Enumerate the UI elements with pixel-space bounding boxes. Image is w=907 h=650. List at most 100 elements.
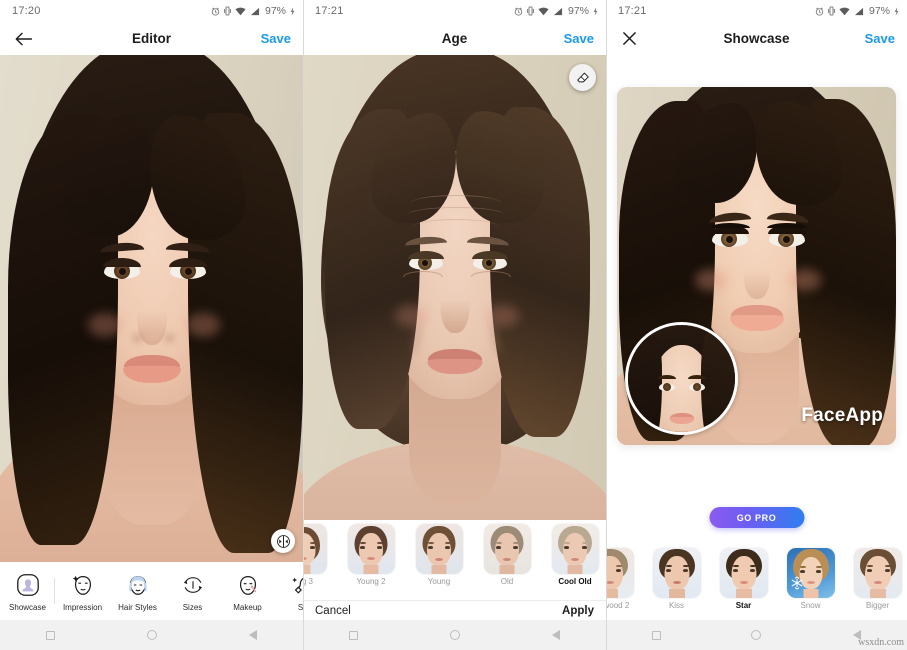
compare-button[interactable] xyxy=(271,529,295,553)
editor-photo-canvas[interactable] xyxy=(0,55,303,562)
tool-sizes[interactable]: Sizes xyxy=(165,570,220,612)
status-time: 17:21 xyxy=(618,5,647,17)
recent-apps-button[interactable] xyxy=(40,624,62,646)
vibrate-icon xyxy=(224,6,231,16)
filmstrip-item[interactable]: lollywood 2 xyxy=(606,544,643,610)
tool-impression[interactable]: Impression xyxy=(55,570,110,612)
showcase-filmstrip[interactable]: lollywood 2 Kiss xyxy=(606,544,907,620)
age-action-bar: Cancel Apply xyxy=(303,600,606,620)
status-time: 17:20 xyxy=(12,5,41,17)
filmstrip-item-selected[interactable]: Star xyxy=(710,544,777,610)
circle-icon xyxy=(449,630,460,640)
thumbnail-label: Kiss xyxy=(668,601,685,610)
recent-apps-button[interactable] xyxy=(343,624,365,646)
android-navbar[interactable] xyxy=(0,620,303,650)
close-icon xyxy=(622,32,636,45)
alarm-icon xyxy=(211,7,220,16)
thumbnail-image xyxy=(483,524,531,574)
charging-icon xyxy=(593,6,598,16)
panel-editor: 17:20 97% Editor Save Showcase Impressio… xyxy=(0,0,303,650)
age-filmstrip[interactable]: ung 3 Young 2 xyxy=(303,520,606,600)
filmstrip-item[interactable]: Snow xyxy=(777,544,844,610)
eraser-button[interactable] xyxy=(569,64,596,91)
go-pro-button[interactable]: GO PRO xyxy=(709,507,804,528)
apply-button[interactable]: Apply xyxy=(562,605,594,617)
app-header: Showcase Save xyxy=(606,22,907,55)
circle-icon xyxy=(751,630,762,640)
tool-skin[interactable]: Sk xyxy=(275,570,303,612)
home-button[interactable] xyxy=(745,624,767,646)
faceapp-watermark: FaceApp xyxy=(801,405,883,426)
thumbnail-label: Cool Old xyxy=(558,577,592,586)
face-skin-icon xyxy=(288,570,303,600)
portrait-image-aged xyxy=(303,55,606,570)
site-watermark: wsxdn.com xyxy=(858,637,904,648)
circle-icon xyxy=(146,630,157,640)
thumbnail-image xyxy=(347,524,395,574)
recent-apps-button[interactable] xyxy=(645,624,667,646)
filmstrip-item[interactable]: ung 3 xyxy=(303,520,337,586)
filmstrip-item-selected[interactable]: Cool Old xyxy=(541,520,606,586)
charging-icon xyxy=(894,6,899,16)
triangle-back-icon xyxy=(551,630,560,640)
three-panel-screenshot: 17:20 97% Editor Save Showcase Impressio… xyxy=(0,0,907,650)
tool-label: Makeup xyxy=(233,603,262,612)
square-icon xyxy=(651,630,661,640)
tool-label: Sizes xyxy=(182,603,203,612)
alarm-icon xyxy=(815,7,824,16)
eraser-icon xyxy=(576,72,589,82)
face-sparkle-icon xyxy=(68,570,98,600)
android-navbar[interactable] xyxy=(303,620,606,650)
thumbnail-image xyxy=(551,524,599,574)
back-nav-button[interactable] xyxy=(545,624,567,646)
square-icon xyxy=(46,630,55,640)
snowflake-icon xyxy=(791,576,802,590)
home-button[interactable] xyxy=(444,624,466,646)
wifi-icon xyxy=(235,7,246,15)
tool-makeup[interactable]: Makeup xyxy=(220,570,275,612)
filmstrip-item[interactable]: Kiss xyxy=(643,544,710,610)
thumbnail-image xyxy=(415,524,463,574)
tool-label: Impression xyxy=(62,603,103,612)
save-button[interactable]: Save xyxy=(564,31,594,46)
filmstrip-item[interactable]: Bigger xyxy=(844,544,907,610)
save-button[interactable]: Save xyxy=(261,31,291,46)
editor-toolbar[interactable]: Showcase Impression Hair Styles Sizes Ma… xyxy=(0,562,303,620)
status-icons: 97% xyxy=(815,5,899,17)
save-button[interactable]: Save xyxy=(865,31,895,46)
panel-divider xyxy=(303,0,304,650)
page-title: Age xyxy=(441,31,468,46)
filmstrip-item[interactable]: Young xyxy=(405,520,473,586)
battery-percent: 97% xyxy=(868,5,890,17)
status-bar: 17:20 97% xyxy=(0,0,303,22)
vibrate-icon xyxy=(828,6,835,16)
back-nav-button[interactable] xyxy=(242,624,264,646)
showcase-card[interactable]: FaceApp xyxy=(617,87,896,445)
thumbnail-label: Bigger xyxy=(865,601,890,610)
wifi-icon xyxy=(538,7,549,15)
tool-showcase[interactable]: Showcase xyxy=(0,570,55,612)
showcase-area: FaceApp GO PRO xyxy=(606,55,907,544)
portrait-silhouette-icon xyxy=(13,570,43,600)
original-photo-inset[interactable] xyxy=(625,322,738,435)
age-photo-canvas[interactable] xyxy=(303,55,606,570)
cancel-button[interactable]: Cancel xyxy=(315,605,351,617)
vibrate-icon xyxy=(527,6,534,16)
thumbnail-label: Young 2 xyxy=(356,577,386,586)
filmstrip-item[interactable]: Young 2 xyxy=(337,520,405,586)
square-icon xyxy=(349,630,358,640)
back-button[interactable] xyxy=(12,28,34,50)
thumbnail-image xyxy=(303,524,327,574)
charging-icon xyxy=(290,6,295,16)
battery-percent: 97% xyxy=(567,5,589,17)
arrow-left-icon xyxy=(15,32,32,45)
resize-arrows-icon xyxy=(178,570,208,600)
status-bar: 17:21 97% xyxy=(303,0,606,22)
tool-hair-styles[interactable]: Hair Styles xyxy=(110,570,165,612)
close-button[interactable] xyxy=(618,28,640,50)
panel-divider xyxy=(606,0,607,650)
home-button[interactable] xyxy=(141,624,163,646)
portrait-image-young xyxy=(0,55,303,562)
filmstrip-item[interactable]: Old xyxy=(473,520,541,586)
alarm-icon xyxy=(514,7,523,16)
